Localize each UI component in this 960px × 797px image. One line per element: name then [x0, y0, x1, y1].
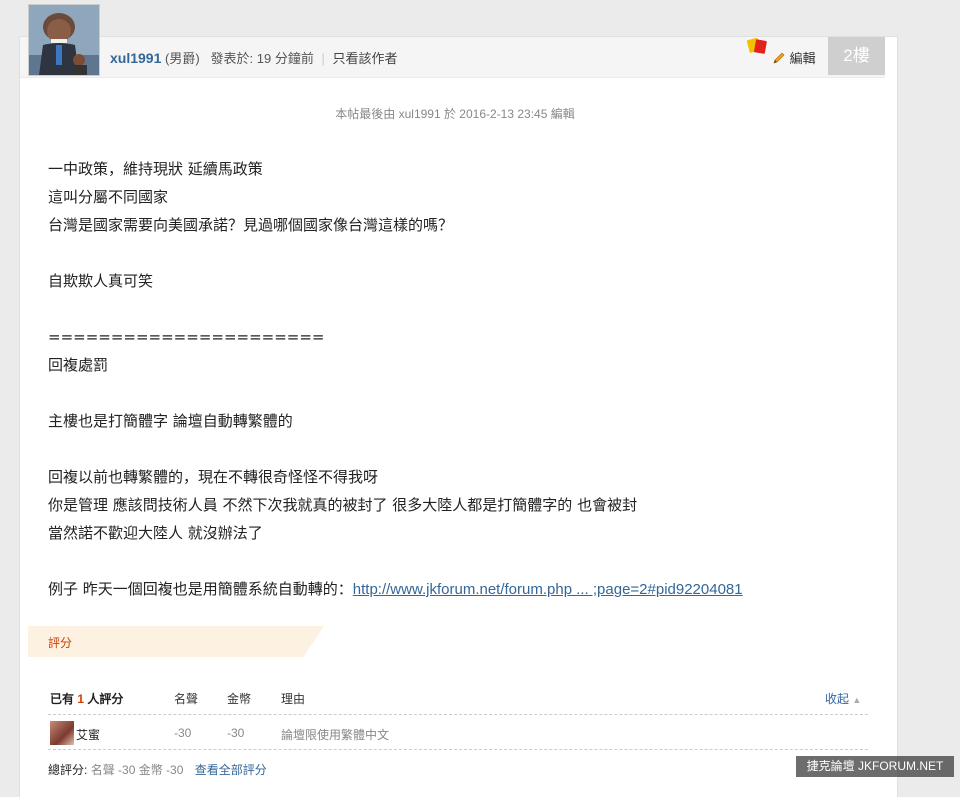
content-line: 你是管理 應該問技術人員 不然下次我就真的被封了 很多大陸人都是打簡體字的 也會…: [48, 496, 638, 514]
col-reason-header: 理由: [281, 692, 306, 706]
floor-number[interactable]: 2樓: [828, 37, 885, 75]
content-text: 例子 昨天一個回複也是用簡體系統自動轉的：: [48, 580, 353, 598]
penalty-cards-icon: [746, 37, 767, 54]
reason-value: 論壇限使用繁體中文: [281, 728, 390, 742]
chevron-up-icon: ▲: [852, 695, 862, 705]
content-line: 台灣是國家需要向美國承諾？見過哪個國家像台灣這樣的嗎？: [48, 216, 454, 234]
post-link[interactable]: http://www.jkforum.net/forum.php ... ;pa…: [353, 581, 743, 598]
col-gold-header: 金幣: [227, 692, 252, 706]
rater-name[interactable]: 艾蜜: [76, 726, 100, 743]
content-line: 這叫分屬不同國家: [48, 188, 169, 206]
col-fame-header: 名聲: [174, 692, 199, 706]
rater-avatar[interactable]: [50, 721, 74, 745]
author-username-link[interactable]: xul1991: [110, 50, 161, 66]
content-line: 例子 昨天一個回複也是用簡體系統自動轉的：http://www.jkforum.…: [48, 575, 868, 603]
fame-value: -30: [174, 726, 192, 740]
author-gender: (男爵): [165, 51, 200, 66]
posted-label: 發表於:: [210, 51, 254, 66]
rating-tab-label: 評分: [48, 636, 73, 650]
content-line: 自欺欺人真可笑: [48, 272, 154, 290]
content-line: 當然諾不歡迎大陸人 就沒辦法了: [48, 524, 263, 542]
only-author-link[interactable]: 只看該作者: [332, 51, 397, 66]
post-content: 一中政策，維持現狀 延續馬政策 這叫分屬不同國家 台灣是國家需要向美國承諾？見過…: [48, 155, 868, 603]
content-line: ======================: [48, 328, 325, 346]
posted-time: 19 分鐘前: [256, 51, 314, 66]
author-line: xul1991 (男爵) 發表於: 19 分鐘前 | 只看該作者: [110, 48, 398, 67]
edit-label: 編輯: [789, 51, 816, 66]
rating-table: 已有 1 人評分 名聲 金幣 理由 收起 ▲ 艾蜜 -30 -30 論壇限使用繁…: [48, 686, 868, 783]
content-line: 回複處罰: [48, 356, 109, 374]
view-all-ratings-link[interactable]: 查看全部評分: [195, 763, 267, 777]
total-label: 總評分:: [48, 763, 88, 777]
edit-button[interactable]: 編輯: [772, 48, 816, 67]
avatar-image: [29, 5, 99, 75]
rating-total: 總評分: 名聲 -30 金幣 -30 查看全部評分: [48, 750, 868, 783]
site-watermark: 捷克論壇 JKFORUM.NET: [796, 756, 954, 777]
rating-tab: 評分: [28, 626, 324, 657]
collapse-button[interactable]: 收起 ▲: [825, 690, 861, 707]
content-line: 一中政策，維持現狀 延續馬政策: [48, 160, 263, 178]
separator: |: [321, 51, 325, 66]
gold-value: -30: [227, 726, 245, 740]
table-row: 艾蜜 -30 -30 論壇限使用繁體中文: [48, 715, 868, 750]
content-line: 回複以前也轉繁體的，現在不轉很奇怪怪不得我呀: [48, 468, 379, 486]
total-values: 名聲 -30 金幣 -30: [90, 763, 184, 777]
edited-note: 本帖最後由 xul1991 於 2016-2-13 23:45 編輯: [335, 107, 575, 121]
rating-header-row: 已有 1 人評分 名聲 金幣 理由 收起 ▲: [48, 686, 868, 715]
user-avatar[interactable]: [28, 4, 100, 76]
pencil-icon: [773, 52, 785, 64]
rating-count: 已有 1 人評分: [50, 692, 124, 706]
content-line: 主樓也是打簡體字 論壇自動轉繁體的: [48, 412, 293, 430]
